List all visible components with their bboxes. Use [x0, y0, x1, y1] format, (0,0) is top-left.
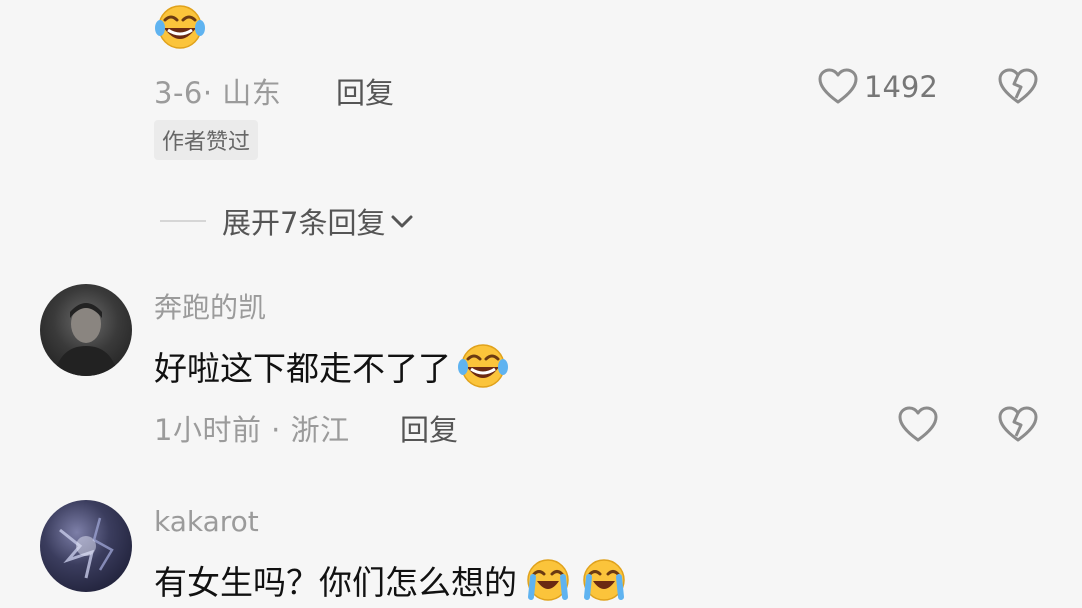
chevron-down-icon — [391, 215, 413, 228]
comment-1-like-count: 1492 — [864, 70, 938, 104]
comment-2-dislike-button[interactable] — [998, 406, 1038, 448]
crying-emoji-icon — [527, 559, 569, 601]
comment-2-text-row: 好啦这下都走不了了 — [154, 342, 509, 390]
author-liked-badge: 作者赞过 — [154, 120, 259, 160]
avatar[interactable] — [40, 284, 132, 376]
expand-replies-label: 展开7条回复 — [222, 206, 386, 240]
comment-1-reply-button[interactable]: 回复 — [336, 70, 394, 112]
laughing-emoji-icon — [458, 344, 508, 388]
comment-1-time-location: 3-6· 山东 — [154, 76, 282, 110]
broken-heart-icon — [998, 68, 1038, 104]
comment-2-username[interactable]: 奔跑的凯 — [154, 286, 266, 326]
expand-replies-button[interactable]: 展开7条回复 — [160, 200, 415, 242]
comment-2-time-location: 1小时前 · 浙江 — [154, 413, 350, 447]
comment-2-reply-button[interactable]: 回复 — [400, 407, 458, 449]
comment-3-username[interactable]: kakarot — [154, 505, 259, 538]
comment-3-text-row: 有女生吗？你们怎么想的 — [154, 556, 629, 604]
comment-2-like-button[interactable] — [898, 406, 938, 448]
comment-1-like-button[interactable]: 1492 — [818, 68, 938, 106]
avatar[interactable] — [40, 500, 132, 592]
expand-divider — [160, 220, 206, 222]
broken-heart-icon — [998, 406, 1038, 442]
comment-2-text: 好啦这下都走不了了 — [154, 349, 451, 388]
laughing-emoji-icon — [154, 4, 206, 54]
comment-1-dislike-button[interactable] — [998, 68, 1038, 110]
heart-icon — [818, 68, 858, 104]
heart-icon — [898, 406, 938, 442]
comment-3-text: 有女生吗？你们怎么想的 — [154, 563, 517, 602]
crying-emoji-icon — [583, 559, 625, 601]
